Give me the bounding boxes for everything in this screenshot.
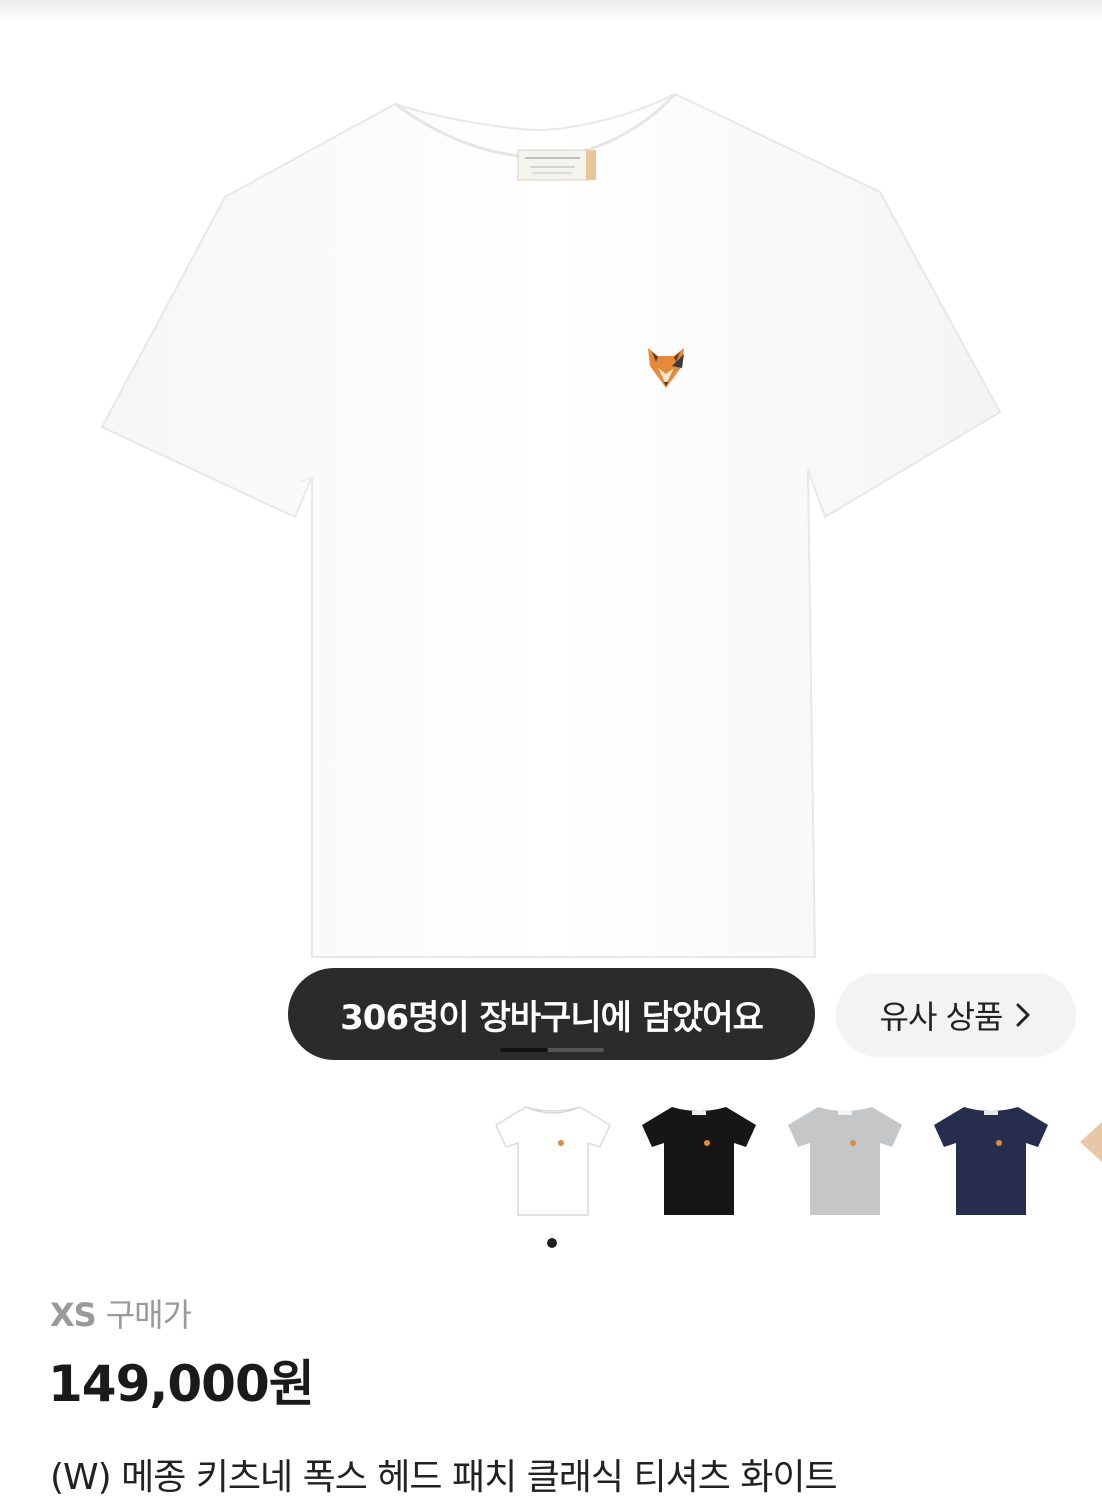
product-price: 149,000원 [48,1355,315,1413]
similar-products-label: 유사 상품 [879,998,1004,1036]
carousel-page-dot [547,1238,557,1248]
product-title: (W) 메종 키츠네 폭스 헤드 패치 클래식 티셔츠 화이트 [50,1457,838,1498]
color-thumb-navy[interactable] [926,1095,1056,1225]
status-bar-shadow [0,0,1102,22]
chevron-right-icon [1014,1001,1032,1029]
color-thumb-black[interactable] [634,1095,764,1225]
cart-count-banner: 306명이 장바구니에 담았어요 [288,968,815,1060]
size-price-label: XS 구매가 [50,1290,192,1336]
color-thumb-white[interactable] [488,1095,618,1225]
color-thumb-beige-partial[interactable] [1080,1122,1102,1162]
cart-count-text: 306명이 장바구니에 담았어요 [340,997,764,1038]
similar-products-button[interactable]: 유사 상품 [836,973,1076,1057]
color-thumb-gray[interactable] [780,1095,910,1225]
product-main-image[interactable] [0,22,1102,1012]
price-type-label: 구매가 [105,1296,192,1334]
selected-size: XS [50,1296,97,1334]
image-pager-indicator [500,1048,604,1052]
color-options-carousel[interactable] [0,1095,1102,1225]
image-pager-fill [500,1048,548,1052]
